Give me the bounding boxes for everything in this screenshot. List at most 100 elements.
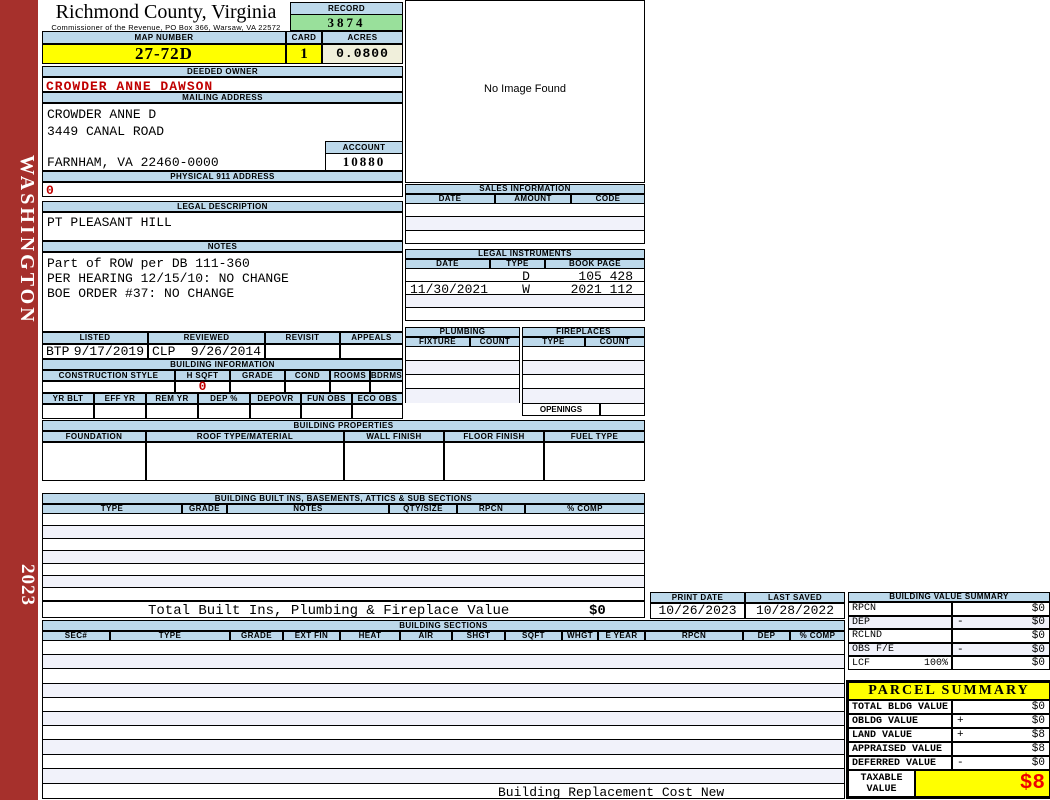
bvs-row-rclnd: RCLND $0 — [848, 629, 1050, 643]
ps-value: $8 — [1031, 743, 1045, 755]
taxable-label-line1: TAXABLE — [860, 773, 903, 784]
building-value-summary-table: RPCN $0 DEP - $0 RCLND $0 OBS F/E - $0 L… — [848, 602, 1050, 670]
building-properties-values — [42, 442, 645, 481]
map-number-header: MAP NUMBER — [42, 31, 286, 44]
fun-obs-header: FUN OBS — [301, 393, 352, 404]
table-row — [43, 726, 844, 741]
bvs-value: $0 — [1031, 657, 1045, 670]
print-saved-values: 10/26/2023 10/28/2022 — [650, 603, 845, 619]
reviewed-date: 9/26/2014 — [190, 344, 261, 359]
legal-description-value: PT PLEASANT HILL — [42, 212, 403, 241]
card-value: 1 — [286, 44, 322, 64]
li-date-header: DATE — [405, 259, 490, 269]
ps-op: + — [957, 729, 964, 741]
openings-row: OPENINGS — [522, 403, 645, 416]
eff-yr-value — [94, 404, 146, 419]
built-ins-total-row: Total Built Ins, Plumbing & Fireplace Va… — [42, 601, 645, 619]
fun-obs-value — [301, 404, 352, 419]
sales-headers: DATE AMOUNT CODE — [405, 194, 645, 204]
ps-value: $8 — [1031, 729, 1045, 741]
reviewed-header: REVIEWED — [148, 332, 265, 344]
bi-rpcn-header: RPCN — [457, 504, 525, 514]
depovr-header: DEPOVR — [250, 393, 301, 404]
openings-label: OPENINGS — [522, 403, 600, 416]
bvs-label: RPCN — [848, 602, 952, 616]
table-row — [43, 539, 644, 552]
bvs-value: $0 — [1031, 629, 1045, 642]
bi-type-header: TYPE — [42, 504, 182, 514]
bvs-value: $0 — [1031, 602, 1045, 615]
ps-value: $0 — [1031, 701, 1045, 713]
deeded-owner-header: DEEDED OWNER — [42, 66, 403, 77]
li-date — [406, 269, 501, 281]
table-row — [523, 389, 644, 403]
plumbing-title: PLUMBING — [405, 327, 520, 337]
table-row — [43, 588, 644, 600]
ps-label: APPRAISED VALUE — [848, 742, 952, 756]
reviewed-value: CLP 9/26/2014 — [148, 344, 265, 359]
parcel-summary-table: TOTAL BLDG VALUE $0 OBLDG VALUE + $0 LAN… — [848, 700, 1050, 770]
building-info-values-1: 0 — [42, 380, 403, 393]
table-row — [43, 683, 844, 698]
bvs-label: DEP — [848, 615, 952, 630]
rooms-value — [330, 381, 370, 393]
building-sections-footer: Building Replacement Cost New — [42, 783, 845, 800]
grade-value — [230, 381, 285, 393]
ps-value-cell: - $0 — [952, 756, 1050, 770]
map-card-acres-values: 27-72D 1 0.0800 — [42, 44, 403, 64]
review-values: BTP 9/17/2019 CLP 9/26/2014 — [42, 344, 403, 359]
table-row — [43, 698, 844, 712]
listed-date: 9/17/2019 — [73, 344, 144, 359]
wall-finish-value — [344, 442, 444, 481]
photo-placeholder: No Image Found — [405, 0, 645, 183]
bs-comp-header: % COMP — [790, 631, 845, 641]
bvs-value-cell: $0 — [952, 656, 1050, 670]
bs-ext-fin-header: EXT FIN — [283, 631, 340, 641]
plumbing-count-header: COUNT — [470, 337, 520, 347]
grade-header: GRADE — [230, 370, 285, 381]
county-title: Richmond County, Virginia — [55, 1, 277, 23]
table-row — [406, 204, 644, 218]
bvs-value-cell: $0 — [952, 629, 1050, 643]
notes-line-1: Part of ROW per DB 111-360 — [47, 256, 250, 271]
li-type: D — [522, 269, 530, 284]
mailing-line-2: 3449 CANAL ROAD — [47, 124, 165, 139]
bvs-row-dep: DEP - $0 — [848, 615, 1050, 630]
review-headers: LISTED REVIEWED REVISIT APPEALS — [42, 332, 403, 344]
li-type-header: TYPE — [490, 259, 545, 269]
ps-row-land: LAND VALUE + $8 — [848, 728, 1050, 742]
building-sections-title: BUILDING SECTIONS — [42, 620, 845, 631]
legal-instruments-headers: DATE TYPE BOOK PAGE — [405, 259, 645, 269]
sales-information-title: SALES INFORMATION — [405, 184, 645, 194]
legal-description-header: LEGAL DESCRIPTION — [42, 201, 403, 212]
fireplaces-headers: TYPE COUNT — [522, 337, 645, 347]
cond-header: COND — [285, 370, 330, 381]
construction-style-header: CONSTRUCTION STYLE — [42, 370, 175, 381]
building-info-values-2 — [42, 404, 403, 419]
li-bookpage-header: BOOK PAGE — [545, 259, 645, 269]
appeals-value — [340, 344, 403, 359]
bs-shgt-header: SHGT — [452, 631, 505, 641]
sales-code-header: CODE — [571, 194, 645, 204]
bvs-label-text: RPCN — [852, 603, 877, 615]
h-sqft-value: 0 — [175, 380, 230, 393]
sales-rows — [405, 204, 645, 244]
bs-air-header: AIR — [400, 631, 452, 641]
physical-911-value: 0 — [42, 182, 403, 198]
dep-pct-value — [198, 404, 250, 419]
mailing-address-header: MAILING ADDRESS — [42, 92, 403, 103]
listed-by: BTP — [46, 344, 70, 359]
property-record-card: WASHINGTON 2023 Richmond County, Virgini… — [0, 0, 1050, 800]
fireplace-type-header: TYPE — [522, 337, 585, 347]
revisit-value — [265, 344, 340, 359]
bs-eyear-header: E YEAR — [598, 631, 645, 641]
ps-label: LAND VALUE — [848, 728, 952, 742]
taxable-value-row: TAXABLE VALUE $8 — [848, 770, 1050, 797]
built-ins-total-value: $0 — [589, 603, 606, 619]
built-ins-title: BUILDING BUILT INS, BASEMENTS, ATTICS & … — [42, 493, 645, 504]
built-ins-total-label: Total Built Ins, Plumbing & Fireplace Va… — [148, 603, 510, 619]
spine-year-label: 2023 — [17, 564, 38, 606]
plumbing-headers: FIXTURE COUNT — [405, 337, 520, 347]
account-box: ACCOUNT 10880 — [325, 141, 403, 171]
bvs-value: $0 — [1031, 616, 1045, 629]
